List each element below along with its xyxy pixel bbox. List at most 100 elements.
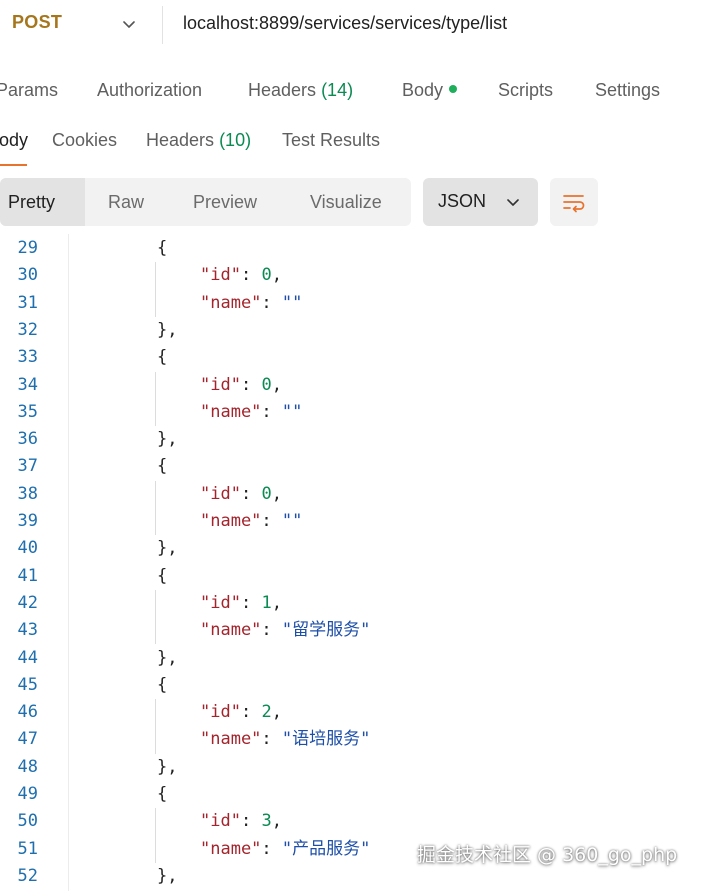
response-body-viewer[interactable]: 29{30 "id": 0, 31 "name": "" 32}, 33{34 "id": … <box>0 234 720 891</box>
code-line: 29 { <box>0 235 720 262</box>
view-preview-button[interactable]: Preview <box>193 178 257 226</box>
json-key: "id" <box>200 265 241 286</box>
code-line: 42 "id": 1, <box>0 590 720 617</box>
json-colon: : <box>240 592 262 613</box>
headers-count: (14) <box>321 80 354 100</box>
chevron-down-icon <box>507 199 519 206</box>
json-trailing: , <box>271 811 282 832</box>
json-colon: : <box>240 483 262 504</box>
response-toolbar: Pretty Raw Preview Visualize JSON <box>0 178 720 226</box>
line-number: 42 <box>17 592 38 613</box>
response-tabs: ody Cookies Headers (10) Test Results <box>0 118 720 166</box>
json-value: "产品服务" <box>281 838 371 859</box>
tab-body[interactable]: Body <box>402 80 458 101</box>
text-wrap-icon <box>563 195 585 213</box>
code-line: 39 "name": "" <box>0 508 720 535</box>
json-brace: }, <box>157 429 178 450</box>
code-line: 34 "id": 0, <box>0 372 720 399</box>
tab-headers[interactable]: Headers (14) <box>248 80 353 101</box>
view-pretty-button[interactable]: Pretty <box>0 178 85 226</box>
json-brace: }, <box>157 647 178 668</box>
json-property: "name": "语培服务" <box>200 726 370 753</box>
json-value: "" <box>281 511 303 531</box>
json-property: "id": 1, <box>200 590 282 617</box>
code-line: 36}, <box>0 426 720 453</box>
tab-settings[interactable]: Settings <box>595 80 660 101</box>
json-value: 1 <box>261 592 272 613</box>
line-number: 49 <box>17 784 38 804</box>
line-number: 35 <box>17 401 38 422</box>
format-label: JSON <box>438 191 487 211</box>
line-number: 48 <box>17 756 38 777</box>
tab-response-headers[interactable]: Headers (10) <box>146 130 251 151</box>
code-line: 47 "name": "语培服务" <box>0 726 720 753</box>
json-brace: }, <box>157 756 178 777</box>
json-key: "id" <box>200 702 241 723</box>
json-value: 0 <box>261 483 272 504</box>
json-brace: { <box>157 347 168 368</box>
line-number: 36 <box>17 429 38 450</box>
tab-body-label: Body <box>402 80 444 100</box>
line-number: 31 <box>17 292 38 313</box>
line-number: 29 <box>17 238 38 258</box>
json-key: "name" <box>200 401 262 422</box>
json-property: "name": "" <box>200 508 302 535</box>
code-line: 48}, <box>0 754 720 781</box>
line-number: 51 <box>17 838 38 859</box>
watermark: 掘金技术社区 @ 360_go_php <box>417 844 678 866</box>
tab-cookies[interactable]: Cookies <box>52 130 117 151</box>
json-key: "name" <box>200 729 262 750</box>
chevron-down-icon[interactable] <box>119 14 139 34</box>
json-brace: { <box>157 456 168 477</box>
code-line: 46 "id": 2, <box>0 699 720 726</box>
line-number: 34 <box>17 374 38 395</box>
json-colon: : <box>240 374 262 395</box>
code-line: 45 { <box>0 672 720 699</box>
json-property: "id": 2, <box>200 699 282 726</box>
code-line: 43 "name": "留学服务" <box>0 617 720 644</box>
code-line: 44}, <box>0 645 720 672</box>
json-property: "name": "产品服务" <box>200 836 370 863</box>
json-property: "id": 3, <box>200 808 282 835</box>
url-input[interactable]: localhost:8899/services/services/type/li… <box>183 13 507 34</box>
json-trailing: , <box>271 702 282 723</box>
format-select[interactable]: JSON <box>423 178 538 226</box>
request-tabs: Params Authorization Headers (14) Body S… <box>0 66 720 116</box>
method-select[interactable]: POST <box>12 12 62 33</box>
body-status-dot <box>449 85 458 94</box>
json-brace: }, <box>157 865 178 886</box>
json-key: "name" <box>200 620 262 641</box>
view-raw-button[interactable]: Raw <box>108 178 144 226</box>
line-number: 43 <box>17 620 38 641</box>
wrap-lines-button[interactable] <box>550 178 598 226</box>
tab-response-body[interactable]: ody <box>0 130 28 151</box>
line-number: 39 <box>17 511 38 531</box>
json-value: "" <box>281 292 303 313</box>
json-value: "留学服务" <box>281 620 371 641</box>
json-colon: : <box>261 838 282 859</box>
code-line: 30 "id": 0, <box>0 262 720 289</box>
response-headers-count: (10) <box>219 130 252 150</box>
json-property: "name": "留学服务" <box>200 617 370 644</box>
tab-authorization[interactable]: Authorization <box>97 80 202 101</box>
line-number: 41 <box>17 565 38 586</box>
code-line: 32}, <box>0 317 720 344</box>
line-number: 38 <box>17 483 38 504</box>
code-line: 35 "name": "" <box>0 399 720 426</box>
tab-scripts[interactable]: Scripts <box>498 80 553 101</box>
tab-params[interactable]: Params <box>0 80 58 101</box>
url-bar: POST localhost:8899/services/services/ty… <box>0 0 720 48</box>
json-brace: }, <box>157 319 178 340</box>
active-tab-indicator <box>0 164 27 166</box>
json-colon: : <box>261 292 282 313</box>
json-value: 2 <box>261 702 272 723</box>
url-divider <box>162 6 163 44</box>
tab-response-headers-label: Headers <box>146 130 215 150</box>
tab-test-results[interactable]: Test Results <box>282 130 380 151</box>
code-line: 50 "id": 3, <box>0 808 720 835</box>
line-number: 37 <box>17 456 38 477</box>
json-trailing: , <box>271 265 282 286</box>
view-visualize-button[interactable]: Visualize <box>310 178 382 226</box>
json-key: "name" <box>200 292 262 313</box>
json-brace: { <box>157 565 168 586</box>
